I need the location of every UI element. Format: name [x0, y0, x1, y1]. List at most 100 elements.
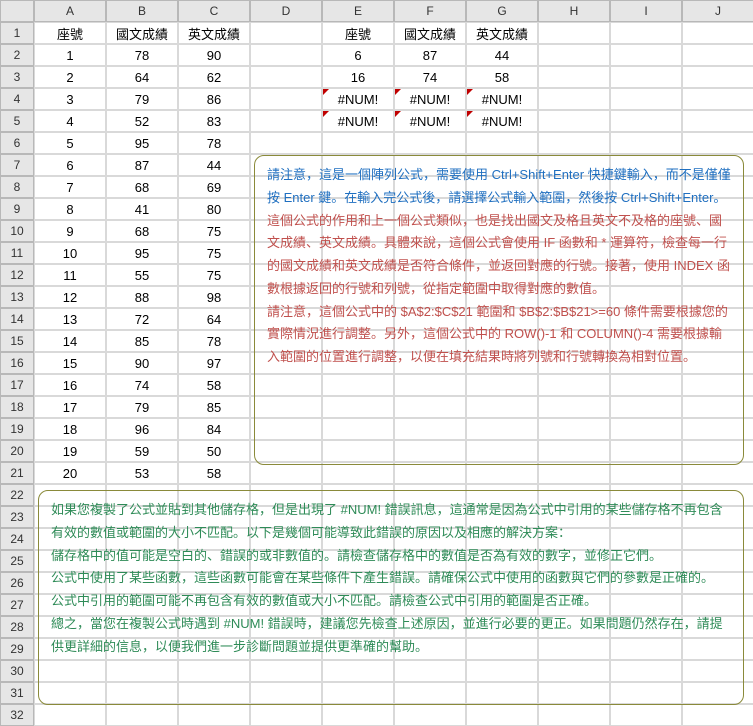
cell-B20[interactable]: 59	[106, 440, 178, 462]
cell-C19[interactable]: 84	[178, 418, 250, 440]
cell-C15[interactable]: 78	[178, 330, 250, 352]
row-header-18[interactable]: 18	[0, 396, 34, 418]
cell-F2[interactable]: 87	[394, 44, 466, 66]
cell-E6[interactable]	[322, 132, 394, 154]
cell-D3[interactable]	[250, 66, 322, 88]
cell-A16[interactable]: 15	[34, 352, 106, 374]
cell-A2[interactable]: 1	[34, 44, 106, 66]
cell-E21[interactable]	[322, 462, 394, 484]
column-header-F[interactable]: F	[394, 0, 466, 22]
cell-B5[interactable]: 52	[106, 110, 178, 132]
cell-I3[interactable]	[610, 66, 682, 88]
column-header-I[interactable]: I	[610, 0, 682, 22]
cell-J2[interactable]	[682, 44, 753, 66]
cell-B19[interactable]: 96	[106, 418, 178, 440]
cell-C14[interactable]: 64	[178, 308, 250, 330]
cell-I21[interactable]	[610, 462, 682, 484]
cell-B3[interactable]: 64	[106, 66, 178, 88]
cell-B9[interactable]: 41	[106, 198, 178, 220]
row-header-8[interactable]: 8	[0, 176, 34, 198]
cell-C13[interactable]: 98	[178, 286, 250, 308]
row-header-17[interactable]: 17	[0, 374, 34, 396]
cell-C8[interactable]: 69	[178, 176, 250, 198]
cell-I6[interactable]	[610, 132, 682, 154]
column-header-D[interactable]: D	[250, 0, 322, 22]
row-header-10[interactable]: 10	[0, 220, 34, 242]
cell-G2[interactable]: 44	[466, 44, 538, 66]
cell-B16[interactable]: 90	[106, 352, 178, 374]
cell-C21[interactable]: 58	[178, 462, 250, 484]
row-header-19[interactable]: 19	[0, 418, 34, 440]
cell-C3[interactable]: 62	[178, 66, 250, 88]
cell-C12[interactable]: 75	[178, 264, 250, 286]
cell-H3[interactable]	[538, 66, 610, 88]
cell-D2[interactable]	[250, 44, 322, 66]
cell-C9[interactable]: 80	[178, 198, 250, 220]
row-header-14[interactable]: 14	[0, 308, 34, 330]
cell-H32[interactable]	[538, 704, 610, 726]
cell-D5[interactable]	[250, 110, 322, 132]
row-header-29[interactable]: 29	[0, 638, 34, 660]
cell-D6[interactable]	[250, 132, 322, 154]
row-header-26[interactable]: 26	[0, 572, 34, 594]
cell-B8[interactable]: 68	[106, 176, 178, 198]
cell-A18[interactable]: 17	[34, 396, 106, 418]
row-header-12[interactable]: 12	[0, 264, 34, 286]
row-header-25[interactable]: 25	[0, 550, 34, 572]
cell-E32[interactable]	[322, 704, 394, 726]
cell-B17[interactable]: 74	[106, 374, 178, 396]
cell-B12[interactable]: 55	[106, 264, 178, 286]
cell-A20[interactable]: 19	[34, 440, 106, 462]
cell-G1[interactable]: 英文成績	[466, 22, 538, 44]
column-header-H[interactable]: H	[538, 0, 610, 22]
cell-B13[interactable]: 88	[106, 286, 178, 308]
row-header-9[interactable]: 9	[0, 198, 34, 220]
cell-A4[interactable]: 3	[34, 88, 106, 110]
cell-J1[interactable]	[682, 22, 753, 44]
cell-C2[interactable]: 90	[178, 44, 250, 66]
row-header-31[interactable]: 31	[0, 682, 34, 704]
cell-B10[interactable]: 68	[106, 220, 178, 242]
row-header-32[interactable]: 32	[0, 704, 34, 726]
cell-G5[interactable]: #NUM!	[466, 110, 538, 132]
cell-C1[interactable]: 英文成績	[178, 22, 250, 44]
cell-G6[interactable]	[466, 132, 538, 154]
cell-E4[interactable]: #NUM!	[322, 88, 394, 110]
cell-C7[interactable]: 44	[178, 154, 250, 176]
cell-F32[interactable]	[394, 704, 466, 726]
cell-J21[interactable]	[682, 462, 753, 484]
cell-H4[interactable]	[538, 88, 610, 110]
cell-C11[interactable]: 75	[178, 242, 250, 264]
cell-H5[interactable]	[538, 110, 610, 132]
cell-E3[interactable]: 16	[322, 66, 394, 88]
cell-F6[interactable]	[394, 132, 466, 154]
cell-C20[interactable]: 50	[178, 440, 250, 462]
cell-C17[interactable]: 58	[178, 374, 250, 396]
cell-A15[interactable]: 14	[34, 330, 106, 352]
row-header-13[interactable]: 13	[0, 286, 34, 308]
cell-A5[interactable]: 4	[34, 110, 106, 132]
cell-B2[interactable]: 78	[106, 44, 178, 66]
column-header-G[interactable]: G	[466, 0, 538, 22]
row-header-20[interactable]: 20	[0, 440, 34, 462]
row-header-30[interactable]: 30	[0, 660, 34, 682]
cell-C10[interactable]: 75	[178, 220, 250, 242]
row-header-3[interactable]: 3	[0, 66, 34, 88]
cell-A10[interactable]: 9	[34, 220, 106, 242]
cell-A8[interactable]: 7	[34, 176, 106, 198]
cell-A12[interactable]: 11	[34, 264, 106, 286]
cell-A17[interactable]: 16	[34, 374, 106, 396]
cell-H21[interactable]	[538, 462, 610, 484]
cell-C5[interactable]: 83	[178, 110, 250, 132]
cell-G21[interactable]	[466, 462, 538, 484]
cell-B21[interactable]: 53	[106, 462, 178, 484]
cell-I4[interactable]	[610, 88, 682, 110]
cell-E2[interactable]: 6	[322, 44, 394, 66]
cell-A11[interactable]: 10	[34, 242, 106, 264]
cell-B11[interactable]: 95	[106, 242, 178, 264]
cell-F4[interactable]: #NUM!	[394, 88, 466, 110]
row-header-15[interactable]: 15	[0, 330, 34, 352]
column-header-C[interactable]: C	[178, 0, 250, 22]
row-header-23[interactable]: 23	[0, 506, 34, 528]
cell-J3[interactable]	[682, 66, 753, 88]
